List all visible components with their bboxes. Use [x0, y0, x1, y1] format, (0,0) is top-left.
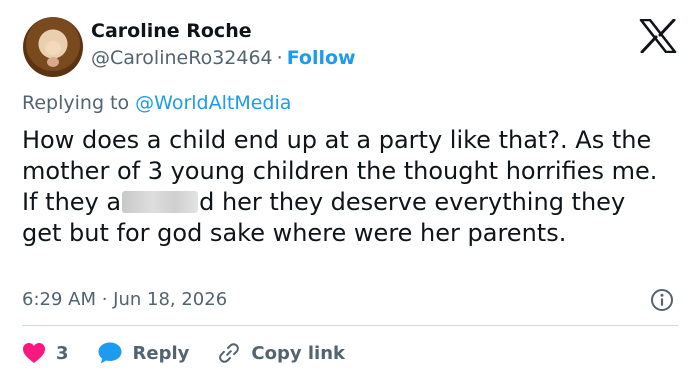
reply-mention-link[interactable]: @WorldAltMedia — [135, 92, 291, 114]
author-handle[interactable]: @CarolineRo32464 — [91, 47, 273, 69]
action-bar: 3 Reply Copy link — [22, 339, 345, 367]
link-icon — [219, 343, 240, 363]
divider — [22, 325, 678, 326]
copy-link-label: Copy link — [251, 342, 345, 364]
avatar[interactable] — [23, 17, 83, 77]
reply-button[interactable]: Reply — [97, 341, 190, 365]
x-logo-icon[interactable] — [639, 19, 677, 53]
follow-button[interactable]: Follow — [287, 47, 356, 69]
tweet-timestamp[interactable]: 6:29 AM · Jun 18, 2026 — [22, 289, 227, 310]
info-icon[interactable] — [650, 288, 674, 312]
replying-to-line: Replying to @WorldAltMedia — [22, 92, 291, 114]
replying-to-label: Replying to — [22, 92, 130, 114]
separator-dot: · — [276, 47, 283, 69]
author-handle-line: @CarolineRo32464 · Follow — [91, 47, 356, 69]
copy-link-button[interactable]: Copy link — [217, 341, 345, 365]
like-count: 3 — [56, 342, 69, 364]
like-button[interactable]: 3 — [22, 342, 69, 364]
speech-bubble-icon — [98, 342, 122, 364]
reply-label: Reply — [132, 342, 190, 364]
tweet-card: Caroline Roche @CarolineRo32464 · Follow R… — [0, 0, 700, 379]
tweet-text: How does a child end up at a party like … — [22, 125, 672, 249]
heart-icon — [23, 343, 45, 363]
author-name[interactable]: Caroline Roche — [91, 20, 252, 42]
redacted-word — [122, 191, 199, 213]
